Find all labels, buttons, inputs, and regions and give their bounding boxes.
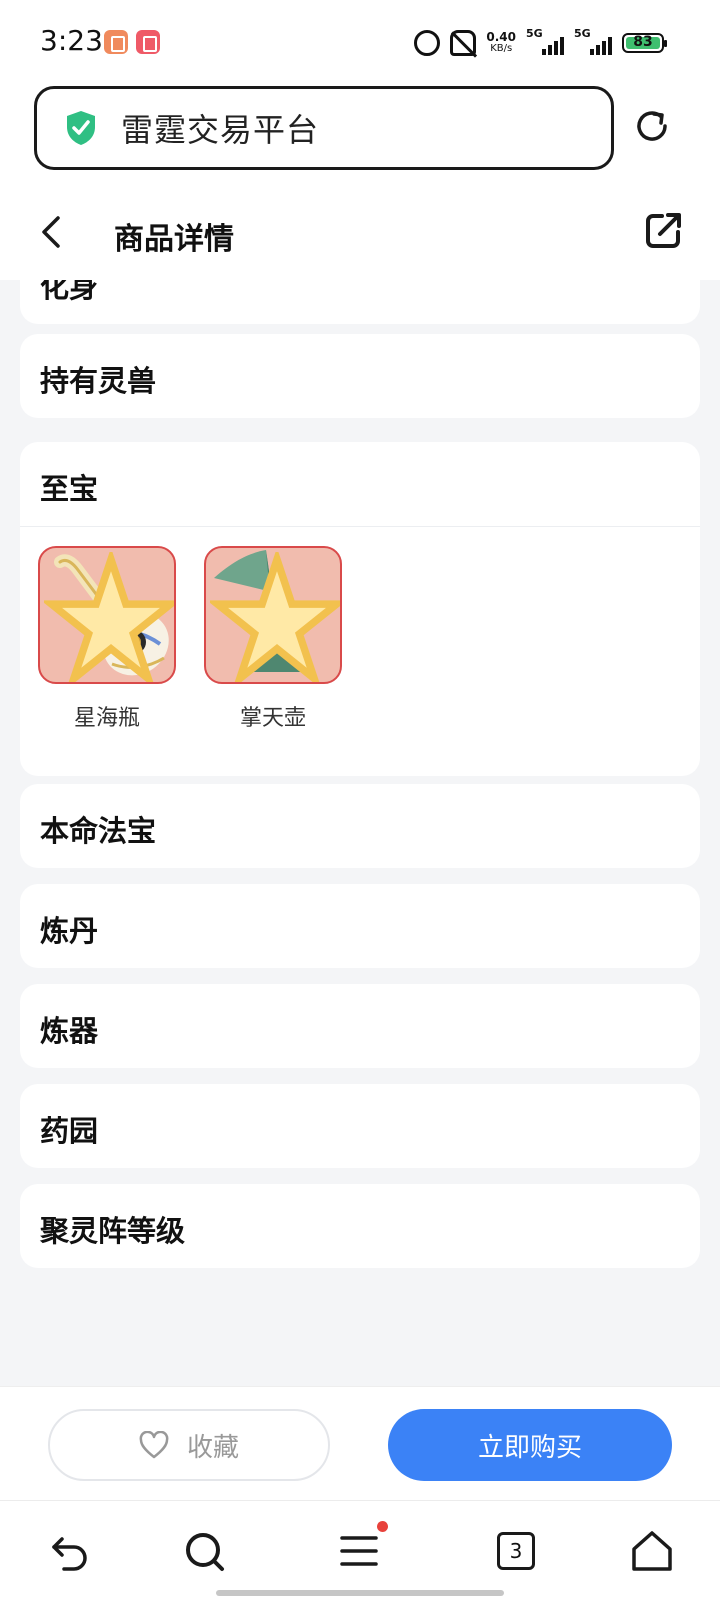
nav-back-icon[interactable] (48, 1529, 92, 1573)
tabs-icon[interactable]: 3 (494, 1529, 538, 1573)
secure-shield-icon (65, 110, 97, 146)
divider (20, 526, 700, 527)
mute-bell-icon (450, 30, 477, 56)
section-title: 炼丹 (40, 914, 99, 948)
product-detail-content[interactable]: 化身 持有灵兽 至宝 星海瓶 掌天壶 本命法宝 炼丹 炼器 药园 聚灵阵等级 (0, 280, 720, 1386)
section-spirit-beast[interactable]: 持有灵兽 (20, 334, 700, 418)
share-icon[interactable] (644, 210, 684, 250)
app-notification-icon (136, 30, 160, 54)
search-icon[interactable] (182, 1529, 226, 1573)
reload-icon[interactable] (632, 106, 672, 146)
battery-icon: 83 (622, 33, 667, 53)
address-bar[interactable]: 雷霆交易平台 (34, 86, 614, 170)
buy-now-button[interactable]: 立即购买 (388, 1409, 672, 1481)
app-header: 商品详情 (0, 184, 720, 280)
heart-icon (139, 1431, 169, 1459)
favorite-label: 收藏 (186, 1432, 239, 1463)
page-title: 商品详情 (114, 222, 234, 257)
section-title: 本命法宝 (40, 814, 157, 848)
section-title: 至宝 (40, 472, 99, 506)
treasure-name: 星海瓶 (73, 706, 140, 731)
back-arrow-icon[interactable] (36, 214, 66, 250)
star-sea-bottle-icon (38, 546, 176, 684)
network-speed: 0.40 KB/s (486, 31, 516, 55)
network-speed-unit: KB/s (490, 43, 513, 54)
section-treasure: 至宝 星海瓶 掌天壶 (20, 442, 700, 776)
section-title: 化身 (40, 280, 99, 304)
section-spirit-array-level[interactable]: 聚灵阵等级 (20, 1184, 700, 1268)
signal-label: 5G (574, 27, 591, 40)
section-herb-garden[interactable]: 药园 (20, 1084, 700, 1168)
section-natal-treasure[interactable]: 本命法宝 (20, 784, 700, 868)
signal-icon: 5G (574, 27, 612, 57)
browser-toolbar: 雷霆交易平台 (0, 84, 720, 184)
network-speed-value: 0.40 (486, 30, 516, 44)
section-title: 聚灵阵等级 (40, 1214, 186, 1248)
browser-bottom-nav: 3 (0, 1500, 720, 1600)
section-avatar[interactable]: 化身 (20, 280, 700, 324)
alarm-icon (414, 30, 441, 56)
treasure-item[interactable]: 星海瓶 (38, 546, 176, 732)
status-indicators: 0.40 KB/s 5G 5G 83 (414, 26, 667, 60)
home-indicator (216, 1590, 504, 1596)
section-title: 药园 (40, 1114, 99, 1148)
section-title: 炼器 (40, 1014, 99, 1048)
signal-label: 5G (526, 27, 543, 40)
status-bar: 3:23 0.40 KB/s 5G 5G 83 (0, 0, 720, 84)
palm-heaven-pot-icon (204, 546, 342, 684)
treasure-item[interactable]: 掌天壶 (204, 546, 342, 732)
address-text: 雷霆交易平台 (121, 111, 320, 149)
menu-icon[interactable] (338, 1521, 388, 1573)
tabs-count: 3 (497, 1532, 535, 1570)
section-title: 持有灵兽 (40, 364, 157, 398)
signal-icon: 5G (526, 27, 564, 57)
notification-dot (377, 1521, 388, 1532)
app-notification-icon (104, 30, 128, 54)
home-icon[interactable] (630, 1529, 674, 1573)
action-bar: 收藏 立即购买 (0, 1386, 720, 1500)
section-refining[interactable]: 炼器 (20, 984, 700, 1068)
battery-level: 83 (633, 34, 653, 50)
section-alchemy[interactable]: 炼丹 (20, 884, 700, 968)
treasure-name: 掌天壶 (239, 706, 306, 731)
status-time: 3:23 (40, 24, 103, 57)
favorite-button[interactable]: 收藏 (48, 1409, 330, 1481)
